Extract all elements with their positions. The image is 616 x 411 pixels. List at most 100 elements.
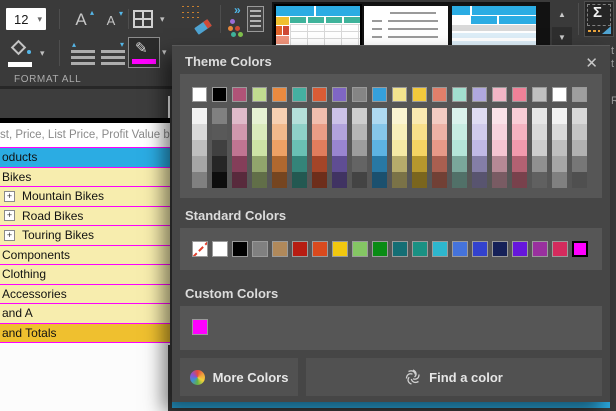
theme-shade-swatch[interactable] (272, 140, 287, 156)
close-icon[interactable]: ✕ (585, 54, 598, 72)
theme-shade-swatch[interactable] (332, 172, 347, 188)
theme-shade-swatch[interactable] (192, 140, 207, 156)
matrix-row[interactable]: +Mountain Bikes (0, 187, 170, 207)
theme-shade-swatch[interactable] (332, 140, 347, 156)
theme-shade-swatch[interactable] (472, 108, 487, 124)
theme-shade-swatch[interactable] (532, 124, 547, 140)
theme-shade-swatch[interactable] (292, 124, 307, 140)
theme-shade-swatch[interactable] (232, 156, 247, 172)
theme-shade-swatch[interactable] (492, 156, 507, 172)
decrease-font-size-button[interactable]: A ▾ (98, 9, 124, 32)
theme-shade-swatch[interactable] (572, 172, 587, 188)
font-size-combobox[interactable]: 12 ▾ (6, 8, 46, 30)
theme-shade-swatch[interactable] (512, 124, 527, 140)
standard-color-swatch[interactable] (512, 241, 528, 257)
theme-shade-swatch[interactable] (252, 108, 267, 124)
increase-font-size-button[interactable]: A ▴ (66, 7, 96, 32)
decrease-padding-button[interactable]: ▾ (100, 44, 126, 66)
standard-color-swatch[interactable] (332, 241, 348, 257)
standard-color-swatch[interactable] (272, 241, 288, 257)
theme-shade-swatch[interactable] (432, 108, 447, 124)
theme-color-swatch[interactable] (212, 87, 227, 102)
theme-shade-swatch[interactable] (532, 140, 547, 156)
theme-color-swatch[interactable] (232, 87, 247, 102)
standard-color-swatch[interactable] (372, 241, 388, 257)
theme-shade-swatch[interactable] (572, 108, 587, 124)
fill-color-dropdown-caret[interactable]: ▾ (40, 48, 45, 59)
theme-color-swatch[interactable] (472, 87, 487, 102)
standard-color-swatch[interactable] (432, 241, 448, 257)
theme-shade-swatch[interactable] (352, 124, 367, 140)
theme-shade-swatch[interactable] (412, 140, 427, 156)
theme-color-swatch[interactable] (312, 87, 327, 102)
theme-shade-swatch[interactable] (252, 156, 267, 172)
matrix-row[interactable]: oducts (0, 148, 170, 168)
theme-color-swatch[interactable] (272, 87, 287, 102)
theme-shade-swatch[interactable] (312, 140, 327, 156)
theme-color-swatch[interactable] (372, 87, 387, 102)
theme-shade-swatch[interactable] (272, 156, 287, 172)
theme-shade-swatch[interactable] (332, 156, 347, 172)
gridline-color-button[interactable]: ✎ (128, 37, 160, 68)
theme-shade-swatch[interactable] (432, 124, 447, 140)
theme-shade-swatch[interactable] (492, 172, 507, 188)
theme-shade-swatch[interactable] (372, 124, 387, 140)
gallery-scroll-up-button[interactable]: ▲ (552, 4, 572, 24)
theme-shade-swatch[interactable] (232, 124, 247, 140)
standard-color-swatch[interactable] (492, 241, 508, 257)
theme-shade-swatch[interactable] (512, 108, 527, 124)
theme-shade-swatch[interactable] (252, 124, 267, 140)
theme-shade-swatch[interactable] (192, 172, 207, 188)
theme-shade-swatch[interactable] (452, 108, 467, 124)
matrix-row[interactable]: +Touring Bikes (0, 226, 170, 246)
theme-shade-swatch[interactable] (392, 172, 407, 188)
theme-shade-swatch[interactable] (412, 124, 427, 140)
theme-shade-swatch[interactable] (312, 156, 327, 172)
theme-shade-swatch[interactable] (252, 172, 267, 188)
theme-shade-swatch[interactable] (372, 172, 387, 188)
theme-shade-swatch[interactable] (552, 172, 567, 188)
standard-color-swatch[interactable] (212, 241, 228, 257)
theme-shade-swatch[interactable] (572, 124, 587, 140)
theme-shade-swatch[interactable] (352, 140, 367, 156)
matrix-row[interactable]: Bikes (0, 168, 170, 188)
theme-shade-swatch[interactable] (232, 172, 247, 188)
theme-shade-swatch[interactable] (552, 140, 567, 156)
theme-color-swatch[interactable] (572, 87, 587, 102)
matrix-row[interactable]: Clothing (0, 265, 170, 285)
theme-shade-swatch[interactable] (272, 124, 287, 140)
theme-shade-swatch[interactable] (292, 108, 307, 124)
theme-shade-swatch[interactable] (452, 172, 467, 188)
borders-grid-icon[interactable] (133, 10, 153, 28)
theme-color-swatch[interactable] (532, 87, 547, 102)
theme-shade-swatch[interactable] (352, 108, 367, 124)
theme-shade-swatch[interactable] (552, 108, 567, 124)
matrix-row[interactable]: Components (0, 246, 170, 266)
theme-shade-swatch[interactable] (432, 156, 447, 172)
theme-color-swatch[interactable] (352, 87, 367, 102)
theme-shade-swatch[interactable] (232, 140, 247, 156)
theme-shade-swatch[interactable] (372, 108, 387, 124)
standard-color-swatch[interactable] (572, 241, 588, 257)
table-style-thumbnail-minimal[interactable] (364, 6, 448, 46)
theme-shade-swatch[interactable] (392, 108, 407, 124)
format-pane-icon[interactable]: » (228, 5, 264, 35)
theme-shade-swatch[interactable] (552, 124, 567, 140)
totals-button[interactable]: Σ (584, 1, 614, 37)
matrix-row[interactable]: +Road Bikes (0, 207, 170, 227)
theme-shade-swatch[interactable] (472, 124, 487, 140)
theme-shade-swatch[interactable] (492, 124, 507, 140)
theme-shade-swatch[interactable] (452, 156, 467, 172)
standard-color-swatch[interactable] (252, 241, 268, 257)
theme-color-swatch[interactable] (492, 87, 507, 102)
theme-color-swatch[interactable] (552, 87, 567, 102)
matrix-row[interactable]: and A (0, 304, 170, 324)
borders-dropdown-caret[interactable]: ▾ (160, 14, 165, 25)
theme-shade-swatch[interactable] (332, 124, 347, 140)
expand-icon[interactable]: + (4, 230, 15, 241)
standard-color-swatch[interactable] (532, 241, 548, 257)
theme-shade-swatch[interactable] (312, 108, 327, 124)
theme-shade-swatch[interactable] (452, 124, 467, 140)
theme-shade-swatch[interactable] (532, 156, 547, 172)
standard-color-swatch[interactable] (552, 241, 568, 257)
